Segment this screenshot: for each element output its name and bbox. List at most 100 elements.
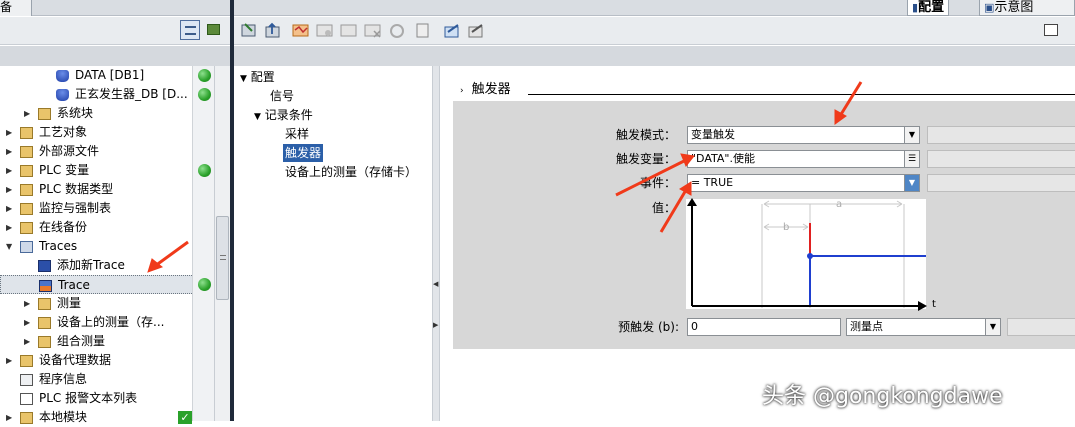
folder-icon	[20, 355, 33, 367]
tree-item[interactable]: Trace	[0, 275, 214, 294]
panel-options-button[interactable]	[1043, 22, 1059, 38]
trigger-mode-label: 触发模式：	[615, 128, 676, 142]
vertical-splitter[interactable]: ◀ ▶	[432, 66, 440, 421]
expand-icon[interactable]: ▶	[6, 408, 12, 427]
trigger-variable-value: "DATA".使能	[691, 152, 755, 165]
label-t: t	[932, 299, 936, 310]
expand-icon[interactable]: ▶	[24, 332, 30, 351]
tree-item[interactable]: ▶ 工艺对象	[0, 123, 214, 142]
tree-item[interactable]: ▶ PLC 变量	[0, 161, 214, 180]
config-navigation: ▼ 配置 信号 ▼ 记录条件 采样 触发器 设备上的测量（存储卡）	[234, 66, 432, 421]
trace-icon	[39, 280, 52, 292]
project-tree-toolbar	[0, 17, 230, 45]
tree-item[interactable]: ▼ Traces	[0, 237, 214, 256]
tree-item[interactable]: ▶ 设备代理数据	[0, 351, 214, 370]
expand-icon[interactable]: ▶	[6, 351, 12, 370]
tree-item[interactable]: ▶ 组合测量	[0, 332, 214, 351]
tab-diagram[interactable]: ▣示意图	[979, 0, 1075, 16]
expand-icon[interactable]: ▶	[6, 142, 12, 161]
tree-item[interactable]: ▶ 在线备份	[0, 218, 214, 237]
tree-item[interactable]: PLC 报警文本列表	[0, 389, 214, 408]
expand-icon[interactable]: ▶	[6, 123, 12, 142]
pretrigger-input[interactable]: 0	[687, 318, 841, 336]
overview-button[interactable]	[205, 21, 223, 39]
nav-trigger[interactable]: 触发器	[283, 144, 324, 162]
tab-config[interactable]: ▮配置	[907, 0, 950, 16]
overview-icon	[207, 24, 220, 35]
nav-record-label: 记录条件	[264, 108, 313, 122]
info-icon	[20, 374, 33, 386]
expand-icon[interactable]: ▶	[6, 199, 12, 218]
db-icon	[56, 70, 69, 82]
trigger-variable-label: 触发变量：	[615, 152, 676, 166]
expand-icon[interactable]: ▶	[6, 161, 12, 180]
status-ok-icon	[198, 69, 211, 82]
tree-item[interactable]: 程序信息	[0, 370, 214, 389]
pretrigger-unit-value: 测量点	[850, 320, 883, 333]
scrollbar-thumb[interactable]	[216, 216, 229, 300]
tree-item[interactable]: ▶ PLC 数据类型	[0, 180, 214, 199]
collapse-icon[interactable]: ▼	[6, 237, 12, 256]
nav-sampling[interactable]: 采样	[285, 125, 309, 143]
tree-item-label: Trace	[58, 278, 90, 292]
pretrigger-extra	[1007, 318, 1075, 336]
tree-item[interactable]: 正玄发生器_DB [D...	[0, 85, 214, 104]
expand-icon[interactable]: ▶	[24, 104, 30, 123]
list-view-button[interactable]	[180, 20, 200, 40]
event-label: 事件：	[639, 176, 676, 190]
pretrigger-value: 0	[691, 320, 698, 333]
tab-config-label: 配置	[918, 0, 945, 15]
folder-icon	[38, 317, 51, 329]
folder-icon	[20, 184, 33, 196]
tree-item-label: 程序信息	[39, 372, 88, 386]
trigger-section-header[interactable]: › 触发器	[460, 78, 511, 97]
watermark: 头条 @gongkongdawe	[762, 384, 1003, 409]
tree-item[interactable]: ▶ 测量	[0, 294, 214, 313]
folder-icon	[20, 222, 33, 234]
variable-browse-icon[interactable]: ☰	[904, 151, 919, 167]
header-band	[0, 46, 1075, 66]
dropdown-arrow-icon[interactable]: ▼	[904, 127, 919, 143]
editor-tab-partial[interactable]: 备	[0, 0, 32, 16]
dropdown-arrow-icon[interactable]: ▼	[904, 175, 919, 191]
tree-item[interactable]: ▶ 外部源文件	[0, 142, 214, 161]
disable-recording-icon	[340, 24, 357, 37]
folder-icon	[20, 203, 33, 215]
expand-icon[interactable]: ▶	[24, 294, 30, 313]
trigger-mode-dropdown[interactable]: 变量触发 ▼	[687, 126, 920, 144]
event-value: = TRUE	[691, 176, 734, 189]
tree-item-label: PLC 报警文本列表	[39, 391, 138, 405]
upload-from-device-icon	[265, 22, 280, 38]
nav-root[interactable]: ▼ 配置	[240, 68, 275, 88]
expand-icon[interactable]: ▶	[6, 180, 12, 199]
folder-icon	[20, 412, 33, 424]
nav-signal[interactable]: 信号	[270, 87, 294, 105]
trigger-point	[807, 253, 813, 259]
tree-item[interactable]: ▶ 设备上的测量（存...	[0, 313, 214, 332]
grip-icon	[220, 255, 226, 260]
nav-collapse-icon: ▼	[254, 112, 261, 122]
tree-item-label: 工艺对象	[39, 125, 88, 139]
status-ok-icon	[198, 164, 211, 177]
tree-item[interactable]: ▶ 监控与强制表	[0, 199, 214, 218]
label-b: b	[783, 222, 789, 233]
folder-icon	[38, 298, 51, 310]
tree-item[interactable]: ▶ 系统块	[0, 104, 214, 123]
trace-toolbar	[234, 17, 1075, 45]
event-dropdown[interactable]: = TRUE ▼	[687, 174, 920, 192]
pretrigger-unit-dropdown[interactable]: 测量点 ▼	[846, 318, 1001, 336]
nav-record-conditions[interactable]: ▼ 记录条件	[254, 106, 313, 126]
dropdown-arrow-icon[interactable]: ▼	[985, 319, 1000, 335]
folder-icon	[38, 336, 51, 348]
event-extra	[927, 174, 1075, 192]
status-ok-icon	[198, 278, 211, 291]
trigger-variable-field[interactable]: "DATA".使能 ☰	[687, 150, 920, 168]
tree-item-label: 外部源文件	[39, 144, 100, 158]
nav-device-storage[interactable]: 设备上的测量（存储卡）	[285, 163, 417, 181]
expand-icon[interactable]: ▶	[6, 218, 12, 237]
tree-item[interactable]: DATA [DB1]	[0, 66, 214, 85]
expand-icon[interactable]: ▶	[24, 313, 30, 332]
add-trace-icon	[38, 260, 51, 272]
folder-icon	[20, 146, 33, 158]
tree-item[interactable]: 添加新Trace	[0, 256, 214, 275]
